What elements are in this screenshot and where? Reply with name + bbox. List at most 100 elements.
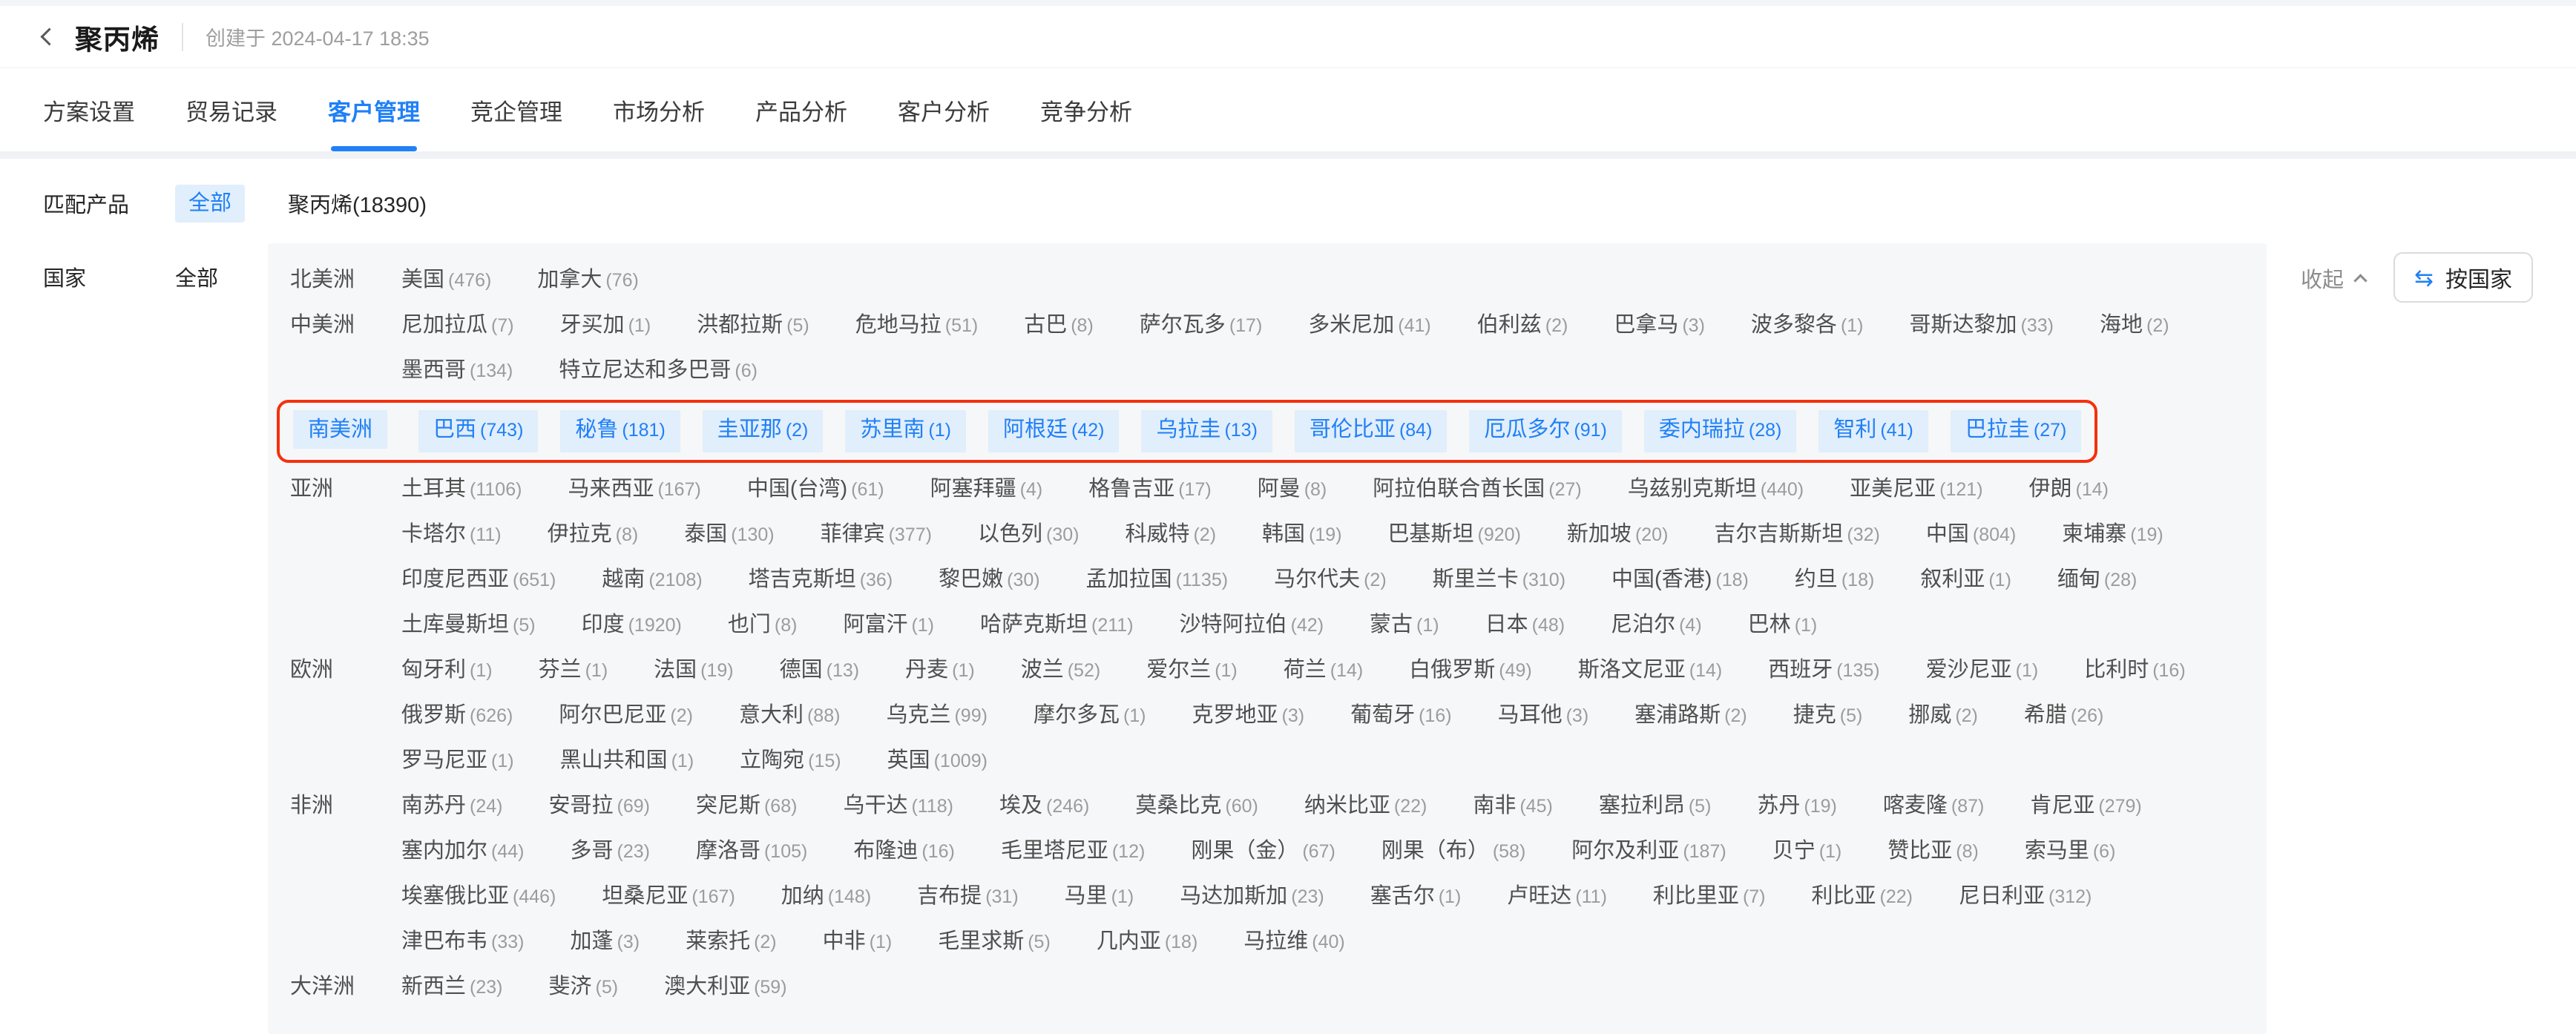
country-item[interactable]: 阿富汗(1) bbox=[843, 609, 934, 644]
country-item[interactable]: 几内亚(18) bbox=[1097, 926, 1197, 961]
country-item[interactable]: 智利(41) bbox=[1818, 410, 1928, 452]
country-item[interactable]: 苏里南(1) bbox=[845, 410, 966, 452]
country-item[interactable]: 黑山共和国(1) bbox=[560, 745, 694, 780]
country-item[interactable]: 格鲁吉亚(17) bbox=[1088, 473, 1211, 508]
country-item[interactable]: 科威特(2) bbox=[1125, 518, 1216, 553]
country-item[interactable]: 蒙古(1) bbox=[1370, 609, 1439, 644]
country-item[interactable]: 越南(2108) bbox=[602, 564, 702, 599]
country-item[interactable]: 比利时(16) bbox=[2084, 654, 2185, 689]
country-item[interactable]: 伊朗(14) bbox=[2029, 473, 2109, 508]
country-item[interactable]: 伯利兹(2) bbox=[1477, 309, 1568, 344]
country-item[interactable]: 海地(2) bbox=[2100, 309, 2169, 344]
country-item[interactable]: 塞浦路斯(2) bbox=[1634, 699, 1747, 734]
country-item[interactable]: 秘鲁(181) bbox=[560, 410, 680, 452]
country-item[interactable]: 以色列(30) bbox=[978, 518, 1079, 553]
country-item[interactable]: 波多黎各(1) bbox=[1751, 309, 1864, 344]
country-item[interactable]: 巴林(1) bbox=[1748, 609, 1818, 644]
tab-5[interactable]: 产品分析 bbox=[755, 68, 847, 151]
country-item[interactable]: 厄瓜多尔(91) bbox=[1469, 410, 1621, 452]
country-item[interactable]: 塞内加尔(44) bbox=[401, 835, 524, 870]
country-item[interactable]: 墨西哥(134) bbox=[401, 355, 513, 389]
country-item[interactable]: 利比亚(22) bbox=[1812, 880, 1913, 915]
country-item[interactable]: 乌兹别克斯坦(440) bbox=[1628, 473, 1804, 508]
country-item[interactable]: 克罗地亚(3) bbox=[1192, 699, 1305, 734]
country-item[interactable]: 委内瑞拉(28) bbox=[1644, 410, 1796, 452]
country-item[interactable]: 乌拉圭(13) bbox=[1141, 410, 1272, 452]
country-item[interactable]: 加纳(148) bbox=[781, 880, 871, 915]
tab-6[interactable]: 客户分析 bbox=[898, 68, 990, 151]
country-item[interactable]: 毛里求斯(5) bbox=[938, 926, 1051, 961]
tab-2[interactable]: 客户管理 bbox=[328, 68, 420, 151]
country-item[interactable]: 荷兰(14) bbox=[1284, 654, 1363, 689]
country-item[interactable]: 毛里塔尼亚(12) bbox=[1001, 835, 1145, 870]
country-item[interactable]: 沙特阿拉伯(42) bbox=[1180, 609, 1324, 644]
country-item[interactable]: 阿根廷(42) bbox=[988, 410, 1119, 452]
country-item[interactable]: 叙利亚(1) bbox=[1920, 564, 2011, 599]
country-item[interactable]: 利比里亚(7) bbox=[1653, 880, 1766, 915]
country-item[interactable]: 立陶宛(15) bbox=[740, 745, 841, 780]
continent-label[interactable]: 非洲 bbox=[290, 790, 401, 821]
country-item[interactable]: 土耳其(1106) bbox=[401, 473, 522, 508]
continent-label[interactable]: 欧洲 bbox=[290, 654, 401, 685]
country-item[interactable]: 马拉维(40) bbox=[1243, 926, 1344, 961]
country-item[interactable]: 印度尼西亚(651) bbox=[401, 564, 556, 599]
country-item[interactable]: 巴拉圭(27) bbox=[1951, 410, 2081, 452]
country-item[interactable]: 白俄罗斯(49) bbox=[1409, 654, 1531, 689]
country-item[interactable]: 塞拉利昂(5) bbox=[1599, 790, 1712, 825]
country-item[interactable]: 美国(476) bbox=[401, 264, 491, 299]
country-item[interactable]: 多哥(23) bbox=[570, 835, 649, 870]
country-item[interactable]: 马尔代夫(2) bbox=[1274, 564, 1387, 599]
country-item[interactable]: 刚果（布）(58) bbox=[1381, 835, 1525, 870]
country-item[interactable]: 摩尔多瓦(1) bbox=[1034, 699, 1146, 734]
country-item[interactable]: 哥斯达黎加(33) bbox=[1910, 309, 2054, 344]
continent-label[interactable]: 中美洲 bbox=[290, 309, 401, 340]
country-item[interactable]: 阿尔巴尼亚(2) bbox=[559, 699, 693, 734]
country-item[interactable]: 新西兰(23) bbox=[401, 971, 502, 1006]
country-item[interactable]: 菲律宾(377) bbox=[821, 518, 932, 553]
country-all-option[interactable]: 全部 bbox=[175, 243, 268, 292]
product-all-chip[interactable]: 全部 bbox=[175, 185, 245, 223]
country-item[interactable]: 法国(19) bbox=[654, 654, 733, 689]
country-item[interactable]: 韩国(19) bbox=[1262, 518, 1341, 553]
country-item[interactable]: 纳米比亚(22) bbox=[1304, 790, 1427, 825]
country-item[interactable]: 德国(13) bbox=[780, 654, 859, 689]
tab-3[interactable]: 竞企管理 bbox=[470, 68, 562, 151]
country-item[interactable]: 葡萄牙(16) bbox=[1350, 699, 1451, 734]
country-item[interactable]: 巴基斯坦(920) bbox=[1388, 518, 1521, 553]
country-item[interactable]: 芬兰(1) bbox=[539, 654, 608, 689]
country-item[interactable]: 埃及(246) bbox=[999, 790, 1089, 825]
country-item[interactable]: 尼泊尔(4) bbox=[1611, 609, 1702, 644]
country-item[interactable]: 斐济(5) bbox=[548, 971, 618, 1006]
country-item[interactable]: 危地马拉(51) bbox=[855, 309, 978, 344]
country-item[interactable]: 突尼斯(68) bbox=[696, 790, 797, 825]
country-item[interactable]: 肯尼亚(279) bbox=[2030, 790, 2141, 825]
country-item[interactable]: 斯里兰卡(310) bbox=[1433, 564, 1565, 599]
country-item[interactable]: 多米尼加(41) bbox=[1308, 309, 1430, 344]
country-item[interactable]: 西班牙(135) bbox=[1768, 654, 1879, 689]
country-item[interactable]: 马达加斯加(23) bbox=[1180, 880, 1324, 915]
country-item[interactable]: 波兰(52) bbox=[1021, 654, 1100, 689]
collapse-toggle[interactable]: 收起 bbox=[2301, 263, 2365, 294]
country-item[interactable]: 巴西(743) bbox=[418, 410, 538, 452]
country-item[interactable]: 圭亚那(2) bbox=[703, 410, 824, 452]
group-by-country-button[interactable]: ⇆ 按国家 bbox=[2393, 252, 2533, 303]
country-item[interactable]: 吉布提(31) bbox=[917, 880, 1018, 915]
country-item[interactable]: 新加坡(20) bbox=[1567, 518, 1668, 553]
country-item[interactable]: 加拿大(76) bbox=[537, 264, 638, 299]
country-item[interactable]: 土库曼斯坦(5) bbox=[401, 609, 536, 644]
country-item[interactable]: 莱索托(2) bbox=[686, 926, 777, 961]
back-button[interactable] bbox=[43, 30, 56, 43]
country-item[interactable]: 摩洛哥(105) bbox=[696, 835, 807, 870]
country-item[interactable]: 乌干达(118) bbox=[843, 790, 953, 825]
country-item[interactable]: 俄罗斯(626) bbox=[401, 699, 513, 734]
tab-0[interactable]: 方案设置 bbox=[43, 68, 135, 151]
country-item[interactable]: 罗马尼亚(1) bbox=[401, 745, 514, 780]
tab-7[interactable]: 竞争分析 bbox=[1040, 68, 1132, 151]
country-item[interactable]: 日本(48) bbox=[1485, 609, 1565, 644]
country-item[interactable]: 中国(台湾)(61) bbox=[747, 473, 884, 508]
country-item[interactable]: 意大利(88) bbox=[739, 699, 840, 734]
continent-label[interactable]: 亚洲 bbox=[290, 473, 401, 504]
country-item[interactable]: 柬埔寨(19) bbox=[2062, 518, 2163, 553]
country-item[interactable]: 哥伦比亚(84) bbox=[1295, 410, 1447, 452]
country-item[interactable]: 特立尼达和多巴哥(6) bbox=[559, 355, 758, 389]
